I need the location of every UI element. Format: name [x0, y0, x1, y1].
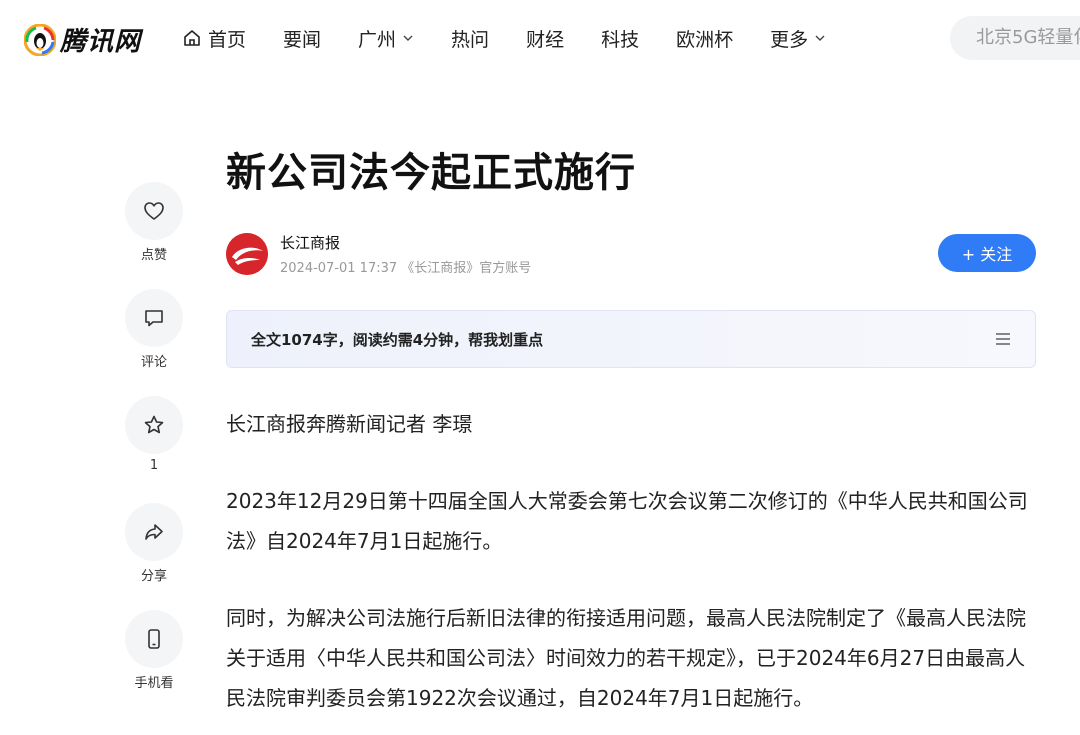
- comment-icon: [145, 310, 163, 327]
- mobile-view-button[interactable]: [125, 610, 183, 668]
- like-label: 点赞: [140, 248, 167, 263]
- article-title: 新公司法今起正式施行: [226, 150, 636, 196]
- publish-meta: 2024-07-01 17:37 《长江商报》官方账号: [280, 261, 532, 276]
- main-nav: 首页 要闻 广州 热问 财经 科技 欧洲杯 更多: [182, 24, 863, 52]
- nav-label: 要闻: [283, 28, 322, 51]
- tencent-logo[interactable]: 腾讯网: [23, 21, 142, 58]
- article-paragraph: 同时，为解决公司法施行后新旧法律的衔接适用问题，最高人民法院制定了《最高人民法院…: [226, 606, 1026, 710]
- favorite-count: 1: [149, 458, 159, 473]
- nav-item-home[interactable]: 首页: [182, 24, 246, 52]
- heart-icon: [144, 202, 164, 220]
- comment-action[interactable]: 评论: [124, 289, 184, 370]
- follow-button[interactable]: + 关注: [938, 234, 1036, 272]
- nav-label: 广州: [358, 28, 397, 51]
- mobile-view-label: 手机看: [134, 676, 174, 691]
- logo-text: 腾讯网: [60, 27, 142, 57]
- nav-item-more[interactable]: 更多: [770, 24, 826, 52]
- favorite-button[interactable]: [125, 396, 183, 454]
- nav-item-news[interactable]: 要闻: [283, 24, 321, 52]
- author-name[interactable]: 长江商报: [280, 232, 531, 253]
- comment-label: 评论: [140, 355, 167, 370]
- comment-button[interactable]: [125, 289, 183, 347]
- chevron-down-icon: [403, 35, 413, 41]
- nav-item-finance[interactable]: 财经: [526, 24, 564, 52]
- nav-label: 欧洲杯: [676, 28, 734, 51]
- nav-label: 首页: [208, 28, 247, 51]
- summary-bar[interactable]: 全文1074字，阅读约需4分钟，帮我划重点: [226, 310, 1036, 368]
- nav-item-hot-questions[interactable]: 热问: [451, 24, 489, 52]
- author-avatar[interactable]: [226, 233, 268, 275]
- like-button[interactable]: [125, 182, 183, 240]
- share-icon: [145, 524, 163, 540]
- share-action[interactable]: 分享: [124, 503, 184, 584]
- summary-text: 全文1074字，阅读约需4分钟，帮我划重点: [251, 330, 544, 349]
- search-input[interactable]: 北京5G轻量化: [950, 16, 1080, 60]
- article-paragraph: 长江商报奔腾新闻记者 李璟: [226, 412, 473, 436]
- home-icon: [184, 30, 200, 46]
- mobile-view-action[interactable]: 手机看: [124, 610, 184, 691]
- nav-item-tech[interactable]: 科技: [601, 24, 639, 52]
- star-icon: [144, 415, 164, 434]
- nav-label: 科技: [601, 28, 640, 51]
- article-paragraph: 2023年12月29日第十四届全国人大常委会第七次会议第二次修订的《中华人民共和…: [226, 489, 1028, 553]
- author-block: 长江商报 2024-07-01 17:37 《长江商报》官方账号: [226, 232, 531, 276]
- phone-icon: [148, 629, 160, 649]
- nav-label: 财经: [526, 28, 565, 51]
- nav-item-guangzhou[interactable]: 广州: [358, 24, 414, 52]
- menu-icon[interactable]: [995, 332, 1011, 346]
- share-button[interactable]: [125, 503, 183, 561]
- nav-label: 更多: [770, 28, 809, 51]
- nav-item-euro-cup[interactable]: 欧洲杯: [676, 24, 733, 52]
- chevron-down-icon: [815, 35, 825, 41]
- favorite-action[interactable]: 1: [124, 396, 184, 473]
- penguin-logo-icon: [23, 23, 57, 56]
- nav-label: 热问: [451, 28, 490, 51]
- share-label: 分享: [140, 569, 167, 584]
- like-action[interactable]: 点赞: [124, 182, 184, 263]
- changjiang-logo-icon: [226, 233, 268, 275]
- top-navigation-bar: 腾讯网 首页 要闻 广州 热问 财经 科技 欧洲杯 更多 北京5G轻量化: [0, 0, 1080, 78]
